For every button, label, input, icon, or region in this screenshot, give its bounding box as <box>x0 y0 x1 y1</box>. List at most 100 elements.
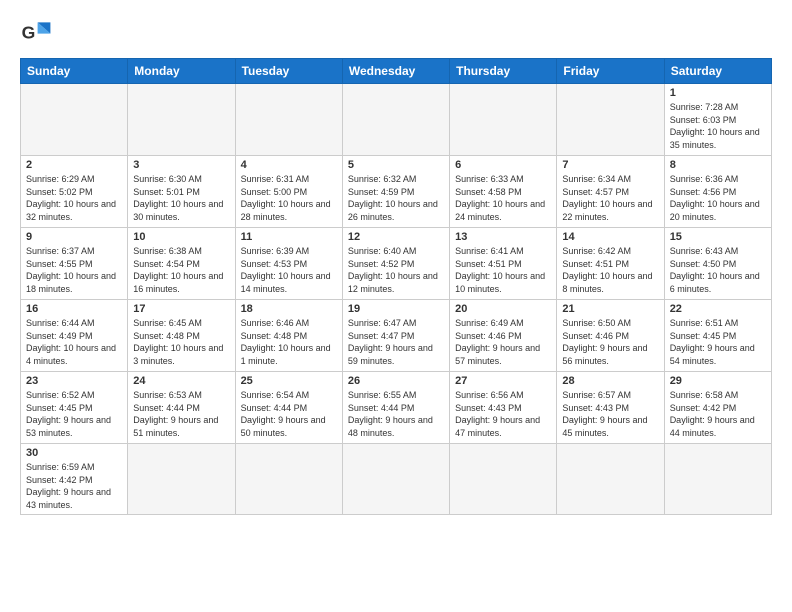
day-info: Sunrise: 6:49 AM Sunset: 4:46 PM Dayligh… <box>455 317 551 367</box>
calendar-cell: 1Sunrise: 7:28 AM Sunset: 6:03 PM Daylig… <box>664 84 771 156</box>
page: G SundayMondayTuesdayWednesdayThursdayFr… <box>0 0 792 612</box>
day-number: 30 <box>26 447 122 459</box>
day-info: Sunrise: 6:37 AM Sunset: 4:55 PM Dayligh… <box>26 245 122 295</box>
calendar-week-row: 16 Sunrise: 6:44 AM Sunset: 4:49 PM Dayli… <box>21 300 772 372</box>
day-info: Sunrise: 6:56 AM Sunset: 4:43 PM Dayligh… <box>455 389 551 439</box>
calendar-cell: 28 Sunrise: 6:57 AM Sunset: 4:43 PM Dayli… <box>557 372 664 444</box>
day-number: 3 <box>133 159 229 171</box>
day-number: 13 <box>455 231 551 243</box>
day-info: Sunrise: 6:29 AM Sunset: 5:02 PM Dayligh… <box>26 173 122 223</box>
weekday-header-row: SundayMondayTuesdayWednesdayThursdayFrid… <box>21 59 772 84</box>
weekday-header-thursday: Thursday <box>450 59 557 84</box>
calendar-cell: 6 Sunrise: 6:33 AM Sunset: 4:58 PM Daylig… <box>450 156 557 228</box>
calendar-cell: 23 Sunrise: 6:52 AM Sunset: 4:45 PM Dayli… <box>21 372 128 444</box>
day-info: Sunrise: 6:52 AM Sunset: 4:45 PM Dayligh… <box>26 389 122 439</box>
calendar-cell: 5Sunrise: 6:32 AM Sunset: 4:59 PM Daylig… <box>342 156 449 228</box>
calendar-cell <box>557 444 664 515</box>
calendar-cell: 30 Sunrise: 6:59 AM Sunset: 4:42 PM Dayli… <box>21 444 128 515</box>
calendar-cell <box>21 84 128 156</box>
day-info: Sunrise: 6:33 AM Sunset: 4:58 PM Dayligh… <box>455 173 551 223</box>
day-number: 17 <box>133 303 229 315</box>
calendar-cell: 3 Sunrise: 6:30 AM Sunset: 5:01 PM Daylig… <box>128 156 235 228</box>
day-info: Sunrise: 6:54 AM Sunset: 4:44 PM Dayligh… <box>241 389 337 439</box>
day-number: 28 <box>562 375 658 387</box>
weekday-header-saturday: Saturday <box>664 59 771 84</box>
day-number: 24 <box>133 375 229 387</box>
calendar-cell <box>557 84 664 156</box>
calendar-cell: 20 Sunrise: 6:49 AM Sunset: 4:46 PM Dayli… <box>450 300 557 372</box>
day-number: 19 <box>348 303 444 315</box>
day-number: 2 <box>26 159 122 171</box>
calendar-cell: 19 Sunrise: 6:47 AM Sunset: 4:47 PM Dayli… <box>342 300 449 372</box>
day-number: 10 <box>133 231 229 243</box>
calendar-cell: 17Sunrise: 6:45 AM Sunset: 4:48 PM Dayli… <box>128 300 235 372</box>
day-info: Sunrise: 6:59 AM Sunset: 4:42 PM Dayligh… <box>26 461 122 511</box>
svg-text:G: G <box>22 22 36 42</box>
calendar-week-row: 1Sunrise: 7:28 AM Sunset: 6:03 PM Daylig… <box>21 84 772 156</box>
calendar-cell: 13 Sunrise: 6:41 AM Sunset: 4:51 PM Dayli… <box>450 228 557 300</box>
weekday-header-friday: Friday <box>557 59 664 84</box>
calendar-cell: 8 Sunrise: 6:36 AM Sunset: 4:56 PM Daylig… <box>664 156 771 228</box>
day-info: Sunrise: 6:57 AM Sunset: 4:43 PM Dayligh… <box>562 389 658 439</box>
calendar-cell: 22Sunrise: 6:51 AM Sunset: 4:45 PM Dayli… <box>664 300 771 372</box>
calendar-cell <box>342 84 449 156</box>
day-info: Sunrise: 6:40 AM Sunset: 4:52 PM Dayligh… <box>348 245 444 295</box>
calendar-cell: 27 Sunrise: 6:56 AM Sunset: 4:43 PM Dayli… <box>450 372 557 444</box>
day-number: 4 <box>241 159 337 171</box>
calendar-cell <box>450 444 557 515</box>
calendar-cell: 29 Sunrise: 6:58 AM Sunset: 4:42 PM Dayli… <box>664 372 771 444</box>
day-number: 27 <box>455 375 551 387</box>
day-info: Sunrise: 6:30 AM Sunset: 5:01 PM Dayligh… <box>133 173 229 223</box>
day-info: Sunrise: 6:34 AM Sunset: 4:57 PM Dayligh… <box>562 173 658 223</box>
day-info: Sunrise: 6:41 AM Sunset: 4:51 PM Dayligh… <box>455 245 551 295</box>
day-info: Sunrise: 6:46 AM Sunset: 4:48 PM Dayligh… <box>241 317 337 367</box>
day-info: Sunrise: 6:47 AM Sunset: 4:47 PM Dayligh… <box>348 317 444 367</box>
calendar-cell <box>342 444 449 515</box>
calendar-cell <box>235 444 342 515</box>
day-number: 20 <box>455 303 551 315</box>
calendar-week-row: 2 Sunrise: 6:29 AM Sunset: 5:02 PM Daylig… <box>21 156 772 228</box>
day-number: 6 <box>455 159 551 171</box>
day-info: Sunrise: 6:44 AM Sunset: 4:49 PM Dayligh… <box>26 317 122 367</box>
calendar-cell: 7 Sunrise: 6:34 AM Sunset: 4:57 PM Daylig… <box>557 156 664 228</box>
header: G <box>20 16 772 48</box>
day-info: Sunrise: 6:53 AM Sunset: 4:44 PM Dayligh… <box>133 389 229 439</box>
calendar-cell <box>235 84 342 156</box>
calendar-cell: 10 Sunrise: 6:38 AM Sunset: 4:54 PM Dayli… <box>128 228 235 300</box>
day-info: Sunrise: 6:43 AM Sunset: 4:50 PM Dayligh… <box>670 245 766 295</box>
day-number: 7 <box>562 159 658 171</box>
calendar-week-row: 23 Sunrise: 6:52 AM Sunset: 4:45 PM Dayli… <box>21 372 772 444</box>
day-number: 23 <box>26 375 122 387</box>
calendar-cell <box>128 84 235 156</box>
calendar-cell: 11 Sunrise: 6:39 AM Sunset: 4:53 PM Dayli… <box>235 228 342 300</box>
calendar-cell: 16 Sunrise: 6:44 AM Sunset: 4:49 PM Dayli… <box>21 300 128 372</box>
day-number: 25 <box>241 375 337 387</box>
day-number: 8 <box>670 159 766 171</box>
calendar-cell: 24 Sunrise: 6:53 AM Sunset: 4:44 PM Dayli… <box>128 372 235 444</box>
day-number: 11 <box>241 231 337 243</box>
day-number: 16 <box>26 303 122 315</box>
logo-icon: G <box>20 16 52 48</box>
calendar-cell: 4 Sunrise: 6:31 AM Sunset: 5:00 PM Daylig… <box>235 156 342 228</box>
calendar-cell: 14Sunrise: 6:42 AM Sunset: 4:51 PM Dayli… <box>557 228 664 300</box>
day-info: Sunrise: 6:50 AM Sunset: 4:46 PM Dayligh… <box>562 317 658 367</box>
day-info: Sunrise: 6:31 AM Sunset: 5:00 PM Dayligh… <box>241 173 337 223</box>
day-info: Sunrise: 6:38 AM Sunset: 4:54 PM Dayligh… <box>133 245 229 295</box>
calendar-cell: 2 Sunrise: 6:29 AM Sunset: 5:02 PM Daylig… <box>21 156 128 228</box>
calendar-cell: 18 Sunrise: 6:46 AM Sunset: 4:48 PM Dayli… <box>235 300 342 372</box>
day-number: 5 <box>348 159 444 171</box>
weekday-header-monday: Monday <box>128 59 235 84</box>
day-number: 15 <box>670 231 766 243</box>
day-number: 22 <box>670 303 766 315</box>
calendar-week-row: 9Sunrise: 6:37 AM Sunset: 4:55 PM Daylig… <box>21 228 772 300</box>
weekday-header-wednesday: Wednesday <box>342 59 449 84</box>
day-info: Sunrise: 6:58 AM Sunset: 4:42 PM Dayligh… <box>670 389 766 439</box>
day-number: 18 <box>241 303 337 315</box>
day-number: 29 <box>670 375 766 387</box>
calendar-cell <box>128 444 235 515</box>
calendar-week-row: 30 Sunrise: 6:59 AM Sunset: 4:42 PM Dayli… <box>21 444 772 515</box>
day-info: Sunrise: 6:39 AM Sunset: 4:53 PM Dayligh… <box>241 245 337 295</box>
day-number: 14 <box>562 231 658 243</box>
day-info: Sunrise: 6:36 AM Sunset: 4:56 PM Dayligh… <box>670 173 766 223</box>
weekday-header-sunday: Sunday <box>21 59 128 84</box>
